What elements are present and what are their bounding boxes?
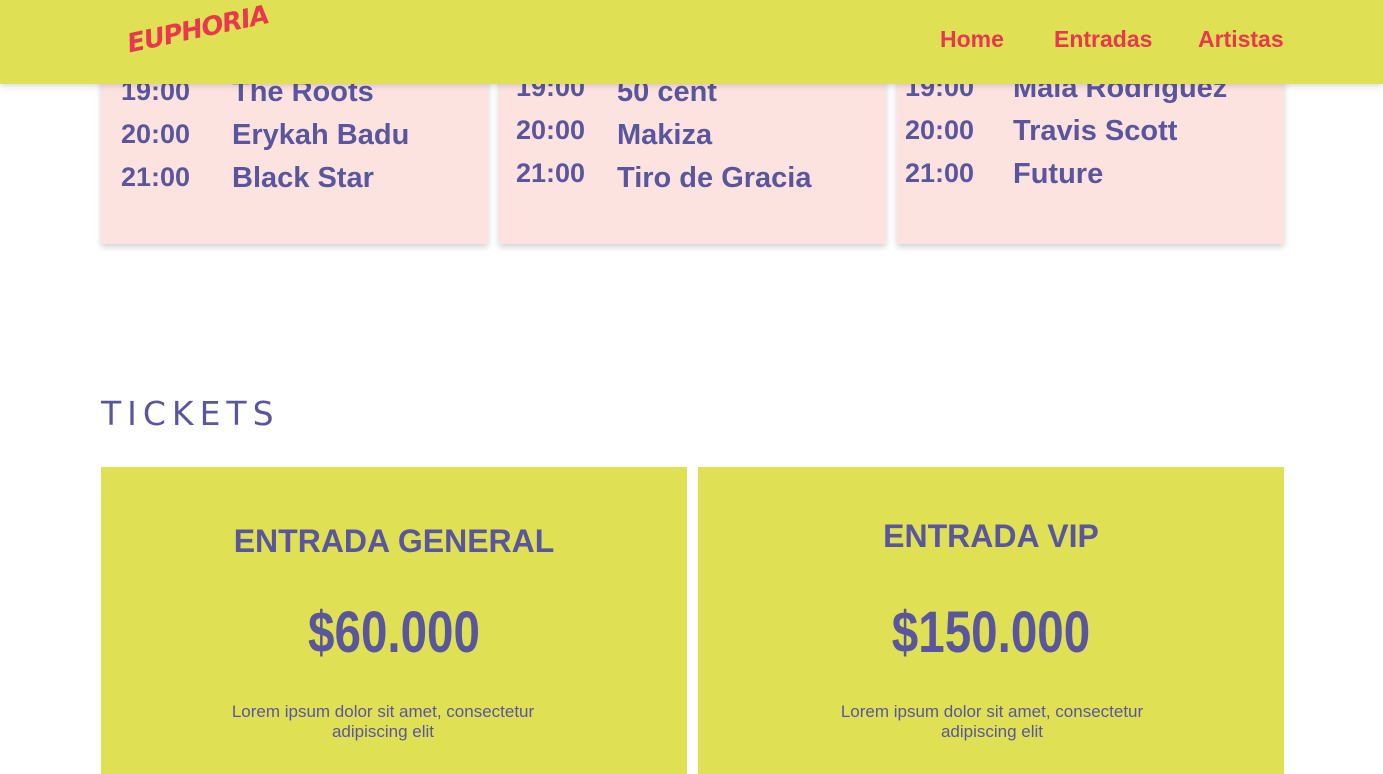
schedule-artist: Black Star xyxy=(232,162,374,194)
ticket-name: ENTRADA VIP xyxy=(883,518,1099,554)
euphoria-logo[interactable]: EUPHORIA xyxy=(122,0,272,74)
ticket-price: $60.000 xyxy=(308,600,480,665)
ticket-card-vip[interactable]: ENTRADA VIP $150.000 Lorem ipsum dolor s… xyxy=(698,467,1284,774)
schedule-time: 20:00 xyxy=(516,115,586,145)
nav-link-home[interactable]: Home xyxy=(940,26,1004,53)
schedule-row: 21:00 Future xyxy=(897,158,1284,198)
schedule-artist: Erykah Badu xyxy=(232,119,410,151)
ticket-name: ENTRADA GENERAL xyxy=(233,523,555,559)
schedule-row: 20:00 Travis Scott xyxy=(897,115,1284,155)
schedule-row: 20:00 Makiza xyxy=(499,115,886,155)
nav-link-artistas[interactable]: Artistas xyxy=(1198,26,1284,53)
nav-link-entradas[interactable]: Entradas xyxy=(1054,26,1152,53)
schedule-time: 21:00 xyxy=(121,162,191,192)
schedule-artist: Future xyxy=(1013,158,1104,190)
schedule-row: 21:00 Tiro de Gracia xyxy=(499,158,886,198)
schedule-artist: Tiro de Gracia xyxy=(617,162,812,194)
schedule-row: 20:00 Erykah Badu xyxy=(101,119,488,159)
schedule-artist: Makiza xyxy=(617,119,713,151)
schedule-time: 21:00 xyxy=(516,158,586,188)
schedule-row: 21:00 Black Star xyxy=(101,162,488,202)
ticket-card-general[interactable]: ENTRADA GENERAL $60.000 Lorem ipsum dolo… xyxy=(101,467,687,774)
tickets-section-title: TICKETS xyxy=(101,394,280,433)
navbar: EUPHORIA Home Entradas Artistas xyxy=(0,0,1383,84)
ticket-description: Lorem ipsum dolor sit amet, consectetur … xyxy=(840,702,1144,741)
schedule-time: 20:00 xyxy=(905,115,975,145)
schedule-artist: Travis Scott xyxy=(1013,115,1178,147)
ticket-description: Lorem ipsum dolor sit amet, consectetur … xyxy=(231,702,535,741)
ticket-price: $150.000 xyxy=(891,600,1091,665)
schedule-time: 20:00 xyxy=(121,119,191,149)
schedule-time: 21:00 xyxy=(905,158,975,188)
